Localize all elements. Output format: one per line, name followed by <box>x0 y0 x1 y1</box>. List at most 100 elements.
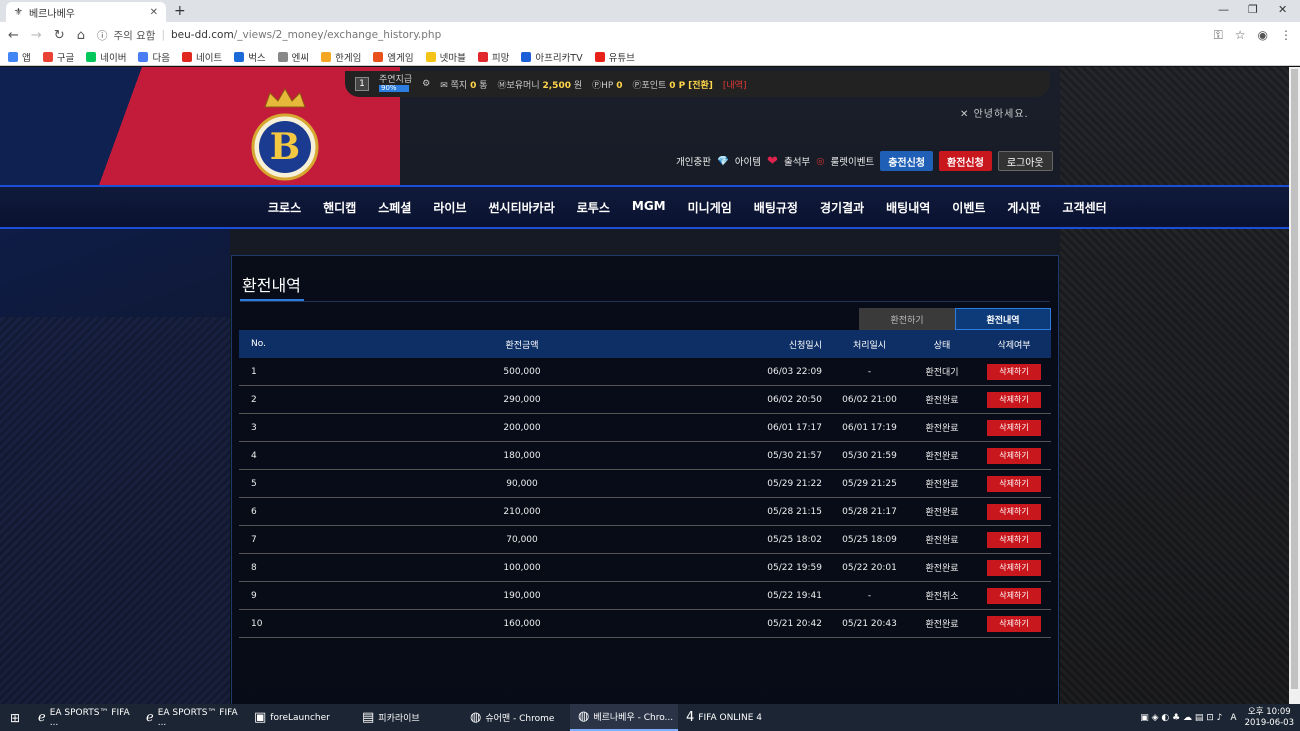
logout-button[interactable]: 로그아웃 <box>997 151 1053 171</box>
delete-button[interactable]: 삭제하기 <box>987 419 1041 436</box>
site-logo[interactable]: B <box>250 85 320 185</box>
delete-button[interactable]: 삭제하기 <box>987 559 1041 576</box>
taskbar-item[interactable]: 4 FIFA ONLINE 4 <box>678 704 786 731</box>
cell-status: 환전완료 <box>925 536 959 546</box>
nav-item[interactable]: 고객센터 <box>1063 199 1107 216</box>
roulette-link[interactable]: 룰렛이벤트 <box>830 154 874 168</box>
point-convert-link[interactable]: [전환] <box>688 81 713 91</box>
nav-item[interactable]: 배팅내역 <box>886 199 930 216</box>
tab-exchange-history[interactable]: 환전내역 <box>955 308 1051 330</box>
delete-button[interactable]: 삭제하기 <box>987 615 1041 632</box>
minimize-button[interactable]: — <box>1218 3 1229 16</box>
cell-delete: 삭제하기 <box>977 391 1051 408</box>
browser-tab[interactable]: ⚜ 베르나베우 ✕ <box>6 2 166 22</box>
cell-request-time: 05/25 18:02 <box>767 534 822 545</box>
nav-item[interactable]: 크로스 <box>268 199 301 216</box>
maximize-button[interactable]: ❐ <box>1248 3 1258 16</box>
tab-exchange[interactable]: 환전하기 <box>859 308 955 330</box>
level-badge: 1 <box>355 77 369 91</box>
bookmark-icon <box>373 51 384 62</box>
exchange-request-button[interactable]: 환전신청 <box>939 151 992 171</box>
delete-button[interactable]: 삭제하기 <box>987 363 1041 380</box>
bookmark-item[interactable]: 한게임 <box>321 50 361 64</box>
tray-icons[interactable]: ▣ ◈ ◐ ♣ ☁ ▤ ⊡ ♪ <box>1140 713 1222 723</box>
settings-icon[interactable]: ⚙ <box>422 79 430 89</box>
nav-item[interactable]: MGM <box>632 199 666 216</box>
nav-item[interactable]: 로투스 <box>577 199 610 216</box>
message-link[interactable]: ✉ 쪽지 0 통 <box>440 78 487 91</box>
bookmark-item[interactable]: 구글 <box>42 50 74 64</box>
clock[interactable]: 오후 10:09 2019-06-03 <box>1245 707 1294 727</box>
delete-button[interactable]: 삭제하기 <box>987 475 1041 492</box>
taskbar-item[interactable]: ▤ 피카라이브 <box>354 704 462 731</box>
nav-item[interactable]: 게시판 <box>1007 199 1040 216</box>
cell-status: 환전취소 <box>925 592 959 602</box>
bookmark-item[interactable]: 넷마블 <box>425 50 466 64</box>
bookmark-icon <box>425 51 436 62</box>
col-status: 상태 <box>933 340 951 351</box>
delete-button[interactable]: 삭제하기 <box>987 587 1041 604</box>
reload-icon[interactable]: ↻ <box>54 28 65 43</box>
bookmark-item[interactable]: 네이버 <box>86 50 126 64</box>
bookmark-item[interactable]: 유튜브 <box>594 50 635 64</box>
ime-indicator[interactable]: A <box>1230 713 1236 723</box>
bookmark-label: 아프리카TV <box>535 52 583 64</box>
cell-amount: 160,000 <box>503 618 541 629</box>
charge-request-button[interactable]: 충전신청 <box>880 151 933 171</box>
forward-icon[interactable]: → <box>31 28 42 43</box>
home-icon[interactable]: ⌂ <box>77 28 85 43</box>
delete-button[interactable]: 삭제하기 <box>987 503 1041 520</box>
nav-item[interactable]: 썬시티바카라 <box>489 199 555 216</box>
personal-link[interactable]: 개인충판 <box>676 154 711 168</box>
bookmark-icon <box>321 51 332 62</box>
delete-button[interactable]: 삭제하기 <box>987 391 1041 408</box>
bookmark-item[interactable]: 다음 <box>138 50 170 64</box>
taskbar-item[interactable]: ℯ EA SPORTS™ FIFA ... <box>30 704 138 731</box>
back-icon[interactable]: ← <box>8 28 19 43</box>
page-scrollbar[interactable] <box>1289 67 1300 704</box>
bookmark-item[interactable]: 아프리카TV <box>521 50 583 64</box>
cell-no: 9 <box>251 590 257 601</box>
scrollbar-thumb[interactable] <box>1291 69 1298 689</box>
profile-icon[interactable]: ◉ <box>1258 28 1268 42</box>
items-link[interactable]: 아이템 <box>735 154 761 168</box>
nav-item[interactable]: 라이브 <box>433 199 466 216</box>
nav-item[interactable]: 이벤트 <box>952 199 985 216</box>
menu-icon[interactable]: ⋮ <box>1280 28 1292 42</box>
bookmark-item[interactable]: 피망 <box>477 50 509 64</box>
taskbar-item[interactable]: ◍ 슈어맨 - Chrome <box>462 704 570 731</box>
cell-delete: 삭제하기 <box>977 419 1051 436</box>
bookmark-item[interactable]: 앱 <box>8 50 31 64</box>
key-icon[interactable]: ⚿ <box>1214 28 1223 43</box>
bookmark-item[interactable]: 엠게임 <box>373 50 414 64</box>
taskbar-item[interactable]: ℯ EA SPORTS™ FIFA ... <box>138 704 246 731</box>
level-progress: 90% <box>379 85 409 92</box>
windows-start-icon[interactable]: ⊞ <box>0 704 30 731</box>
cell-status: 환전대기 <box>925 368 959 378</box>
main-navigation: 크로스 핸디캡 스페셜 라이브 썬시티바카라 로투스 MGM 미니게임 배팅규정 경기결과 배팅내역… <box>0 185 1289 229</box>
attendance-link[interactable]: 출석부 <box>784 154 810 168</box>
close-window-button[interactable]: ✕ <box>1278 3 1287 16</box>
nav-item[interactable]: 스페셜 <box>378 199 411 216</box>
bookmark-item[interactable]: 엔씨 <box>277 50 309 64</box>
delete-button[interactable]: 삭제하기 <box>987 447 1041 464</box>
nav-item[interactable]: 미니게임 <box>688 199 732 216</box>
nav-item[interactable]: 배팅규정 <box>754 199 798 216</box>
point-value: 0 P <box>669 80 686 91</box>
nav-item[interactable]: 경기결과 <box>820 199 864 216</box>
taskbar-item[interactable]: ▣ foreLauncher <box>246 704 354 731</box>
delete-button[interactable]: 삭제하기 <box>987 531 1041 548</box>
address-bar[interactable]: ⓘ 주의 요함 | beu-dd.com/_views/2_money/exch… <box>97 28 1202 43</box>
point-history-link[interactable]: [내역] <box>723 78 747 91</box>
bookmark-item[interactable]: 네이트 <box>181 50 222 64</box>
tab-close-icon[interactable]: ✕ <box>150 7 158 18</box>
bookmark-icon <box>594 51 605 62</box>
cell-no: 4 <box>251 450 257 461</box>
taskbar-item[interactable]: ◍ 베르나베우 - Chro... <box>570 704 678 731</box>
bookmark-item[interactable]: 벅스 <box>234 50 266 64</box>
nav-item[interactable]: 핸디캡 <box>323 199 356 216</box>
star-icon[interactable]: ☆ <box>1235 28 1246 42</box>
new-tab-button[interactable]: + <box>174 3 186 19</box>
info-icon[interactable]: ⓘ <box>97 28 108 43</box>
message-label: 쪽지 <box>450 80 468 91</box>
